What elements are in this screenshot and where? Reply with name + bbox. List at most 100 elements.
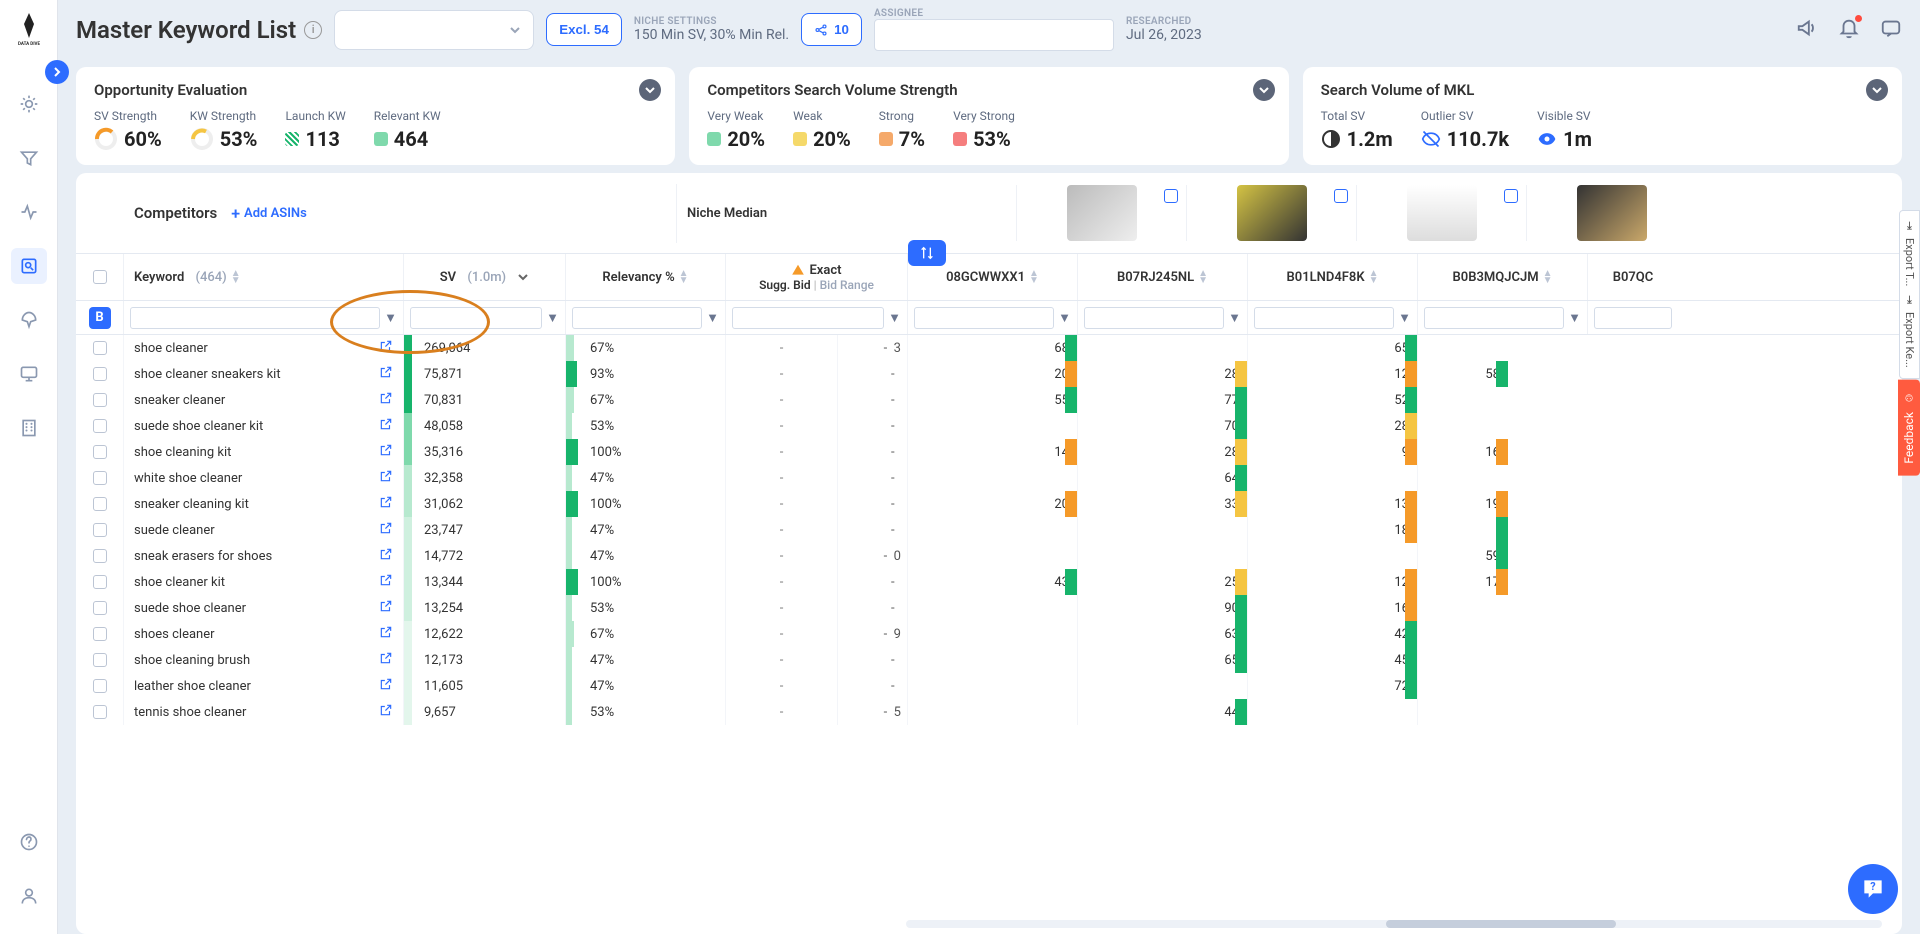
thumb-checkbox[interactable] (1504, 189, 1518, 203)
office-icon[interactable] (11, 410, 47, 446)
external-link-icon[interactable] (379, 339, 393, 357)
competitor-thumb[interactable] (1186, 185, 1356, 241)
filter-bid[interactable] (732, 307, 884, 329)
row-checkbox[interactable] (93, 367, 107, 381)
launch-kw-val: 113 (305, 127, 339, 151)
funnel-icon[interactable]: ▼ (1568, 310, 1581, 326)
col-asin2[interactable]: B07RJ245NL▲▼ (1078, 254, 1248, 300)
row-checkbox[interactable] (93, 679, 107, 693)
funnel-icon[interactable]: ▼ (546, 310, 559, 326)
funnel-icon[interactable]: ▼ (706, 310, 719, 326)
funnel-icon[interactable]: ▼ (1058, 310, 1071, 326)
expand-sidebar-button[interactable] (45, 60, 69, 84)
external-link-icon[interactable] (379, 443, 393, 461)
competitor-thumb[interactable] (1526, 185, 1696, 241)
sort-toggle[interactable] (908, 240, 946, 266)
share-button[interactable]: 10 (801, 13, 862, 46)
horizontal-scrollbar[interactable] (906, 920, 1882, 928)
thumb-checkbox[interactable] (1334, 189, 1348, 203)
insights-icon[interactable] (11, 86, 47, 122)
external-link-icon[interactable] (379, 495, 393, 513)
account-icon[interactable] (11, 878, 47, 914)
swatch-icon (879, 132, 893, 146)
asin-cell: 72 (1248, 673, 1418, 699)
col-sv[interactable]: SV (1.0m) (404, 254, 566, 300)
select-all-checkbox[interactable] (93, 270, 107, 284)
filter-asin1[interactable] (914, 307, 1054, 329)
external-link-icon[interactable] (379, 573, 393, 591)
collapse-button[interactable] (1866, 79, 1888, 101)
external-link-icon[interactable] (379, 651, 393, 669)
col-asin5[interactable]: B07QC (1588, 254, 1678, 300)
filter-sv[interactable] (410, 307, 542, 329)
row-checkbox[interactable] (93, 549, 107, 563)
competitor-thumb[interactable] (1016, 185, 1186, 241)
row-checkbox[interactable] (93, 341, 107, 355)
external-link-icon[interactable] (379, 521, 393, 539)
announce-icon[interactable] (1796, 17, 1818, 43)
research-icon[interactable] (11, 248, 47, 284)
relevancy-cell: 100% (566, 491, 726, 517)
excluded-button[interactable]: Excl. 54 (546, 13, 622, 46)
help-icon[interactable] (11, 824, 47, 860)
filter-icon[interactable] (11, 140, 47, 176)
filter-keyword[interactable] (130, 307, 380, 329)
chat-icon[interactable] (1880, 17, 1902, 43)
row-checkbox[interactable] (93, 601, 107, 615)
competitor-thumb[interactable] (1356, 185, 1526, 241)
activity-icon[interactable] (11, 194, 47, 230)
bell-icon[interactable] (1838, 17, 1860, 43)
row-checkbox[interactable] (93, 523, 107, 537)
external-link-icon[interactable] (379, 391, 393, 409)
funnel-icon[interactable]: ▼ (1228, 310, 1241, 326)
desktop-icon[interactable] (11, 356, 47, 392)
assignee-input[interactable] (874, 19, 1114, 51)
keyword-cell: suede shoe cleaner (124, 595, 404, 621)
help-fab[interactable]: ? (1848, 864, 1898, 914)
asin-cell (1418, 413, 1508, 439)
funnel-icon[interactable]: ▼ (384, 310, 397, 326)
brand-badge[interactable]: B (89, 307, 111, 329)
row-checkbox[interactable] (93, 497, 107, 511)
external-link-icon[interactable] (379, 599, 393, 617)
row-checkbox[interactable] (93, 575, 107, 589)
row-checkbox[interactable] (93, 419, 107, 433)
row-checkbox[interactable] (93, 627, 107, 641)
filter-asin4[interactable] (1424, 307, 1564, 329)
col-asin4[interactable]: B0B3MQJCJM▲▼ (1418, 254, 1588, 300)
col-keyword[interactable]: Keyword (464)▲▼ (124, 254, 404, 300)
very-strong-label: Very Strong (953, 109, 1015, 123)
export-tab[interactable]: ⇥Export T... ⇥Export Ke... (1899, 210, 1920, 379)
scrollbar-thumb[interactable] (1386, 920, 1616, 928)
external-link-icon[interactable] (379, 703, 393, 721)
filter-relevancy[interactable] (572, 307, 702, 329)
row-checkbox[interactable] (93, 393, 107, 407)
external-link-icon[interactable] (379, 547, 393, 565)
row-checkbox[interactable] (93, 653, 107, 667)
external-link-icon[interactable] (379, 625, 393, 643)
niche-select[interactable] (334, 10, 534, 50)
info-icon[interactable]: i (304, 21, 322, 39)
svg-text:?: ? (1870, 880, 1875, 893)
funnel-icon[interactable]: ▼ (1398, 310, 1411, 326)
external-link-icon[interactable] (379, 417, 393, 435)
launch-icon[interactable] (11, 302, 47, 338)
external-link-icon[interactable] (379, 469, 393, 487)
col-bid[interactable]: Exact Sugg. Bid | Bid Range (726, 254, 908, 300)
row-checkbox[interactable] (93, 445, 107, 459)
external-link-icon[interactable] (379, 365, 393, 383)
col-asin3[interactable]: B01LND4F8K▲▼ (1248, 254, 1418, 300)
row-checkbox[interactable] (93, 705, 107, 719)
filter-asin3[interactable] (1254, 307, 1394, 329)
feedback-tab[interactable]: Feedback☺ (1898, 380, 1920, 476)
filter-asin5[interactable] (1594, 307, 1672, 329)
add-asin-button[interactable]: +Add ASINs (231, 204, 307, 223)
row-checkbox[interactable] (93, 471, 107, 485)
external-link-icon[interactable] (379, 677, 393, 695)
col-relevancy[interactable]: Relevancy %▲▼ (566, 254, 726, 300)
thumb-checkbox[interactable] (1164, 189, 1178, 203)
filter-asin2[interactable] (1084, 307, 1224, 329)
collapse-button[interactable] (1253, 79, 1275, 101)
collapse-button[interactable] (639, 79, 661, 101)
funnel-icon[interactable]: ▼ (888, 310, 901, 326)
